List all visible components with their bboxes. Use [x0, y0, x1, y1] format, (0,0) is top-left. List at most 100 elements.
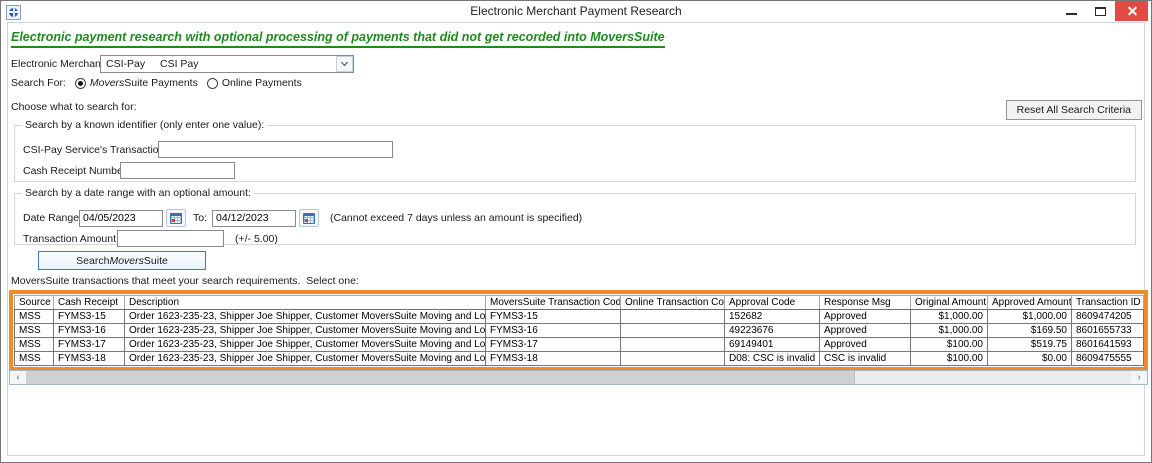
to-date-calendar-button[interactable]	[299, 209, 320, 227]
table-cell[interactable]: FYMS3-17	[53, 337, 125, 352]
table-cell[interactable]: Order 1623-235-23, Shipper Joe Shipper, …	[124, 337, 486, 352]
table-cell[interactable]: FYMS3-15	[485, 309, 621, 324]
table-cell[interactable]: Approved	[819, 337, 911, 352]
table-cell[interactable]: $100.00	[910, 351, 988, 366]
table-cell[interactable]	[620, 351, 725, 366]
column-header[interactable]: MoversSuite Transaction Code	[485, 295, 621, 310]
transaction-id-label: CSI-Pay Service's Transaction ID:	[23, 143, 181, 156]
minimize-button[interactable]	[1057, 1, 1086, 21]
daterange-groupbox: Search by a date range with an optional …	[14, 187, 1136, 247]
table-cell[interactable]: FYMS3-18	[485, 351, 621, 366]
table-cell[interactable]: MSS	[14, 323, 54, 338]
table-cell[interactable]: MSS	[14, 337, 54, 352]
table-header-row: Source Cash Receipt Description MoversSuite…	[14, 295, 1144, 310]
table-cell[interactable]: D08: CSC is invalid	[724, 351, 820, 366]
results-table: Source Cash Receipt Description MoversSuite…	[14, 295, 1144, 366]
table-cell[interactable]: CSC is invalid	[819, 351, 911, 366]
table-cell[interactable]: $169.50	[987, 323, 1072, 338]
table-cell[interactable]: 8609474205	[1071, 309, 1144, 324]
column-header[interactable]: Response Msg	[819, 295, 911, 310]
from-date-input[interactable]	[79, 209, 163, 227]
choose-search-label: Choose what to search for:	[11, 101, 137, 113]
table-cell[interactable]: Order 1623-235-23, Shipper Joe Shipper, …	[124, 351, 486, 366]
column-header[interactable]: Cash Receipt	[53, 295, 125, 310]
table-cell[interactable]: 152682	[724, 309, 820, 324]
minimize-icon	[1066, 13, 1077, 15]
reset-search-button[interactable]: Reset All Search Criteria	[1005, 100, 1142, 120]
table-row[interactable]: MSS FYMS3-16 Order 1623-235-23, Shipper Jo…	[14, 323, 1144, 338]
radio-moverssuite-payments[interactable]: MoversSuite Payments	[74, 77, 198, 89]
table-cell[interactable]: $100.00	[910, 337, 988, 352]
table-row[interactable]: MSS FYMS3-15 Order 1623-235-23, Shipper Jo…	[14, 309, 1144, 324]
close-icon	[1126, 6, 1137, 17]
column-header[interactable]: Approval Code	[724, 295, 820, 310]
table-cell[interactable]	[620, 337, 725, 352]
radio-selected-icon	[74, 77, 86, 89]
table-cell[interactable]: 8609475555	[1071, 351, 1144, 366]
window-title: Electronic Merchant Payment Research	[470, 4, 682, 18]
scrollbar-track[interactable]	[26, 371, 1131, 384]
table-row[interactable]: MSS FYMS3-18 Order 1623-235-23, Shipper Jo…	[14, 351, 1144, 366]
column-header[interactable]: Description	[124, 295, 486, 310]
scrollbar-thumb[interactable]	[26, 371, 855, 384]
chevron-down-icon[interactable]	[336, 56, 353, 72]
table-cell[interactable]: Approved	[819, 323, 911, 338]
results-label: MoversSuite transactions that meet your …	[11, 275, 359, 287]
scrollbar-right-arrow-icon[interactable]: ›	[1131, 371, 1147, 384]
horizontal-scrollbar[interactable]: ‹ ›	[9, 370, 1148, 385]
maximize-button[interactable]	[1086, 1, 1115, 21]
table-cell[interactable]: FYMS3-17	[485, 337, 621, 352]
transaction-id-input[interactable]	[158, 141, 393, 158]
table-cell[interactable]	[620, 323, 725, 338]
table-cell[interactable]: $1,000.00	[910, 323, 988, 338]
radio-moverssuite-label-italic: Movers	[89, 77, 125, 89]
table-cell[interactable]	[620, 309, 725, 324]
column-header[interactable]: Approved Amount	[987, 295, 1072, 310]
search-for-label: Search For:	[11, 77, 66, 89]
banner-text: Electronic payment research with optiona…	[11, 30, 665, 48]
close-button[interactable]	[1115, 1, 1148, 21]
calendar-icon	[170, 212, 182, 224]
window-controls	[1057, 1, 1148, 21]
identifier-groupbox: Search by a known identifier (only enter…	[14, 119, 1136, 182]
to-date-input[interactable]	[212, 209, 297, 227]
table-cell[interactable]: 49223676	[724, 323, 820, 338]
table-cell[interactable]: MSS	[14, 309, 54, 324]
date-range-label: Date Range:	[23, 212, 82, 224]
column-header[interactable]: Original Amount	[910, 295, 988, 310]
column-header[interactable]: Source	[14, 295, 54, 310]
table-cell[interactable]: $519.75	[987, 337, 1072, 352]
table-row[interactable]: MSS FYMS3-17 Order 1623-235-23, Shipper Jo…	[14, 337, 1144, 352]
search-for-row: Search For: MoversSuite Payments Online …	[11, 77, 302, 89]
radio-unselected-icon	[206, 77, 218, 89]
column-header[interactable]: Transaction ID	[1071, 295, 1144, 310]
table-cell[interactable]: $1,000.00	[987, 309, 1072, 324]
table-cell[interactable]: FYMS3-16	[53, 323, 125, 338]
scrollbar-left-arrow-icon[interactable]: ‹	[10, 371, 26, 384]
table-cell[interactable]: Order 1623-235-23, Shipper Joe Shipper, …	[124, 309, 486, 324]
from-date-calendar-button[interactable]	[166, 209, 186, 227]
table-cell[interactable]: FYMS3-16	[485, 323, 621, 338]
date-range-note: (Cannot exceed 7 days unless an amount i…	[330, 212, 583, 224]
merchant-code: CSI-Pay	[106, 58, 146, 70]
table-cell[interactable]: $1,000.00	[910, 309, 988, 324]
merchant-select[interactable]: CSI-Pay CSI Pay	[100, 55, 354, 73]
table-cell[interactable]: FYMS3-18	[53, 351, 125, 366]
table-cell[interactable]: Approved	[819, 309, 911, 324]
search-moverssuite-button[interactable]: Search Movers Suite	[38, 251, 206, 270]
table-cell[interactable]: Order 1623-235-23, Shipper Joe Shipper, …	[124, 323, 486, 338]
table-cell[interactable]: 8601655733	[1071, 323, 1144, 338]
table-cell[interactable]: FYMS3-15	[53, 309, 125, 324]
radio-online-payments[interactable]: Online Payments	[206, 77, 302, 89]
cash-receipt-number-input[interactable]	[120, 162, 235, 179]
table-cell[interactable]: $0.00	[987, 351, 1072, 366]
titlebar: Electronic Merchant Payment Research	[1, 1, 1151, 23]
column-header[interactable]: Online Transaction Code	[620, 295, 725, 310]
results-grid: Source Cash Receipt Description MoversSuite…	[9, 290, 1148, 371]
table-cell[interactable]: 69149401	[724, 337, 820, 352]
radio-online-label: Online Payments	[221, 77, 302, 89]
transaction-amount-input[interactable]	[117, 230, 224, 247]
table-cell[interactable]: 8601641593	[1071, 337, 1144, 352]
merchant-name: CSI Pay	[160, 58, 199, 70]
table-cell[interactable]: MSS	[14, 351, 54, 366]
